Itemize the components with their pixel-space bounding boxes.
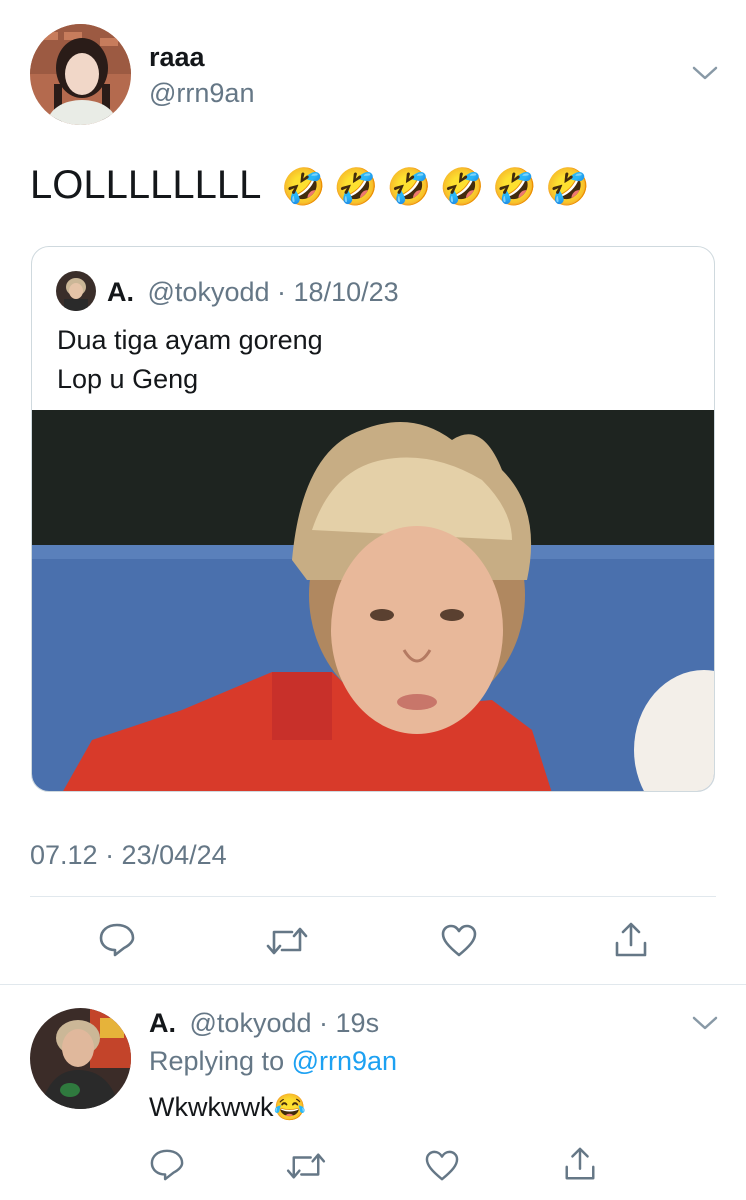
author-name[interactable]: raaa [149, 42, 205, 73]
quoted-media-image[interactable] [32, 410, 714, 791]
rofl-emoji: 🤣 [545, 166, 590, 208]
reply-avatar[interactable] [30, 1008, 131, 1109]
like-icon[interactable] [424, 1150, 460, 1182]
reply-header: A. @tokyodd · 19s [149, 1008, 379, 1039]
replying-to-label: Replying to [149, 1046, 285, 1076]
chevron-down-icon[interactable] [692, 64, 718, 82]
retweet-icon[interactable] [286, 1150, 326, 1182]
rofl-emoji: 🤣 [280, 166, 326, 208]
tweet-text-body: LOLLLLLLLL [30, 163, 260, 207]
reply-handle[interactable]: @tokyodd [190, 1008, 312, 1038]
share-icon[interactable] [562, 1146, 598, 1182]
quoted-tweet-card[interactable]: A. @tokyodd · 18/10/23 Dua tiga ayam gor… [31, 246, 715, 792]
replying-to-handle[interactable]: @rrn9an [292, 1046, 397, 1076]
reply-text: Wkwkwwk😂 [149, 1092, 306, 1123]
quoted-separator: · [277, 277, 287, 307]
rofl-emoji: 🤣 [492, 166, 538, 208]
reply-separator: · [319, 1008, 329, 1038]
tweet-timestamp[interactable]: 07.12 · 23/04/24 [30, 840, 227, 871]
comment-icon[interactable] [98, 922, 136, 958]
quoted-name[interactable]: A. [107, 277, 134, 307]
reply-text-body: Wkwkwwk [149, 1092, 274, 1122]
rofl-emoji: 🤣 [386, 166, 432, 208]
rofl-emoji: 🤣 [439, 166, 485, 208]
like-icon[interactable] [440, 924, 478, 958]
comment-icon[interactable] [149, 1148, 185, 1182]
replying-to: Replying to @rrn9an [149, 1046, 397, 1077]
quoted-text-line-1: Dua tiga ayam goreng [57, 325, 323, 355]
retweet-icon[interactable] [266, 924, 308, 958]
chevron-down-icon[interactable] [692, 1014, 718, 1032]
author-handle[interactable]: @rrn9an [149, 78, 254, 109]
reply-time: 19s [335, 1008, 380, 1038]
quoted-header: A. @tokyodd · 18/10/23 [107, 277, 399, 308]
quoted-handle[interactable]: @tokyodd [148, 277, 270, 307]
quoted-text-line-2: Lop u Geng [57, 364, 199, 394]
divider [0, 984, 746, 985]
quoted-avatar [56, 271, 96, 311]
tweet-emoji-row: 🤣 🤣 🤣 🤣 🤣 🤣 [281, 163, 598, 207]
quoted-date: 18/10/23 [293, 277, 399, 307]
reply-emoji: 😂 [273, 1092, 306, 1122]
tweet-text: LOLLLLLLLL 🤣 🤣 🤣 🤣 🤣 🤣 [30, 160, 598, 212]
reply-name[interactable]: A. [149, 1008, 176, 1038]
author-avatar[interactable] [30, 24, 131, 125]
rofl-emoji: 🤣 [333, 166, 379, 208]
share-icon[interactable] [612, 921, 650, 959]
divider [30, 896, 716, 897]
